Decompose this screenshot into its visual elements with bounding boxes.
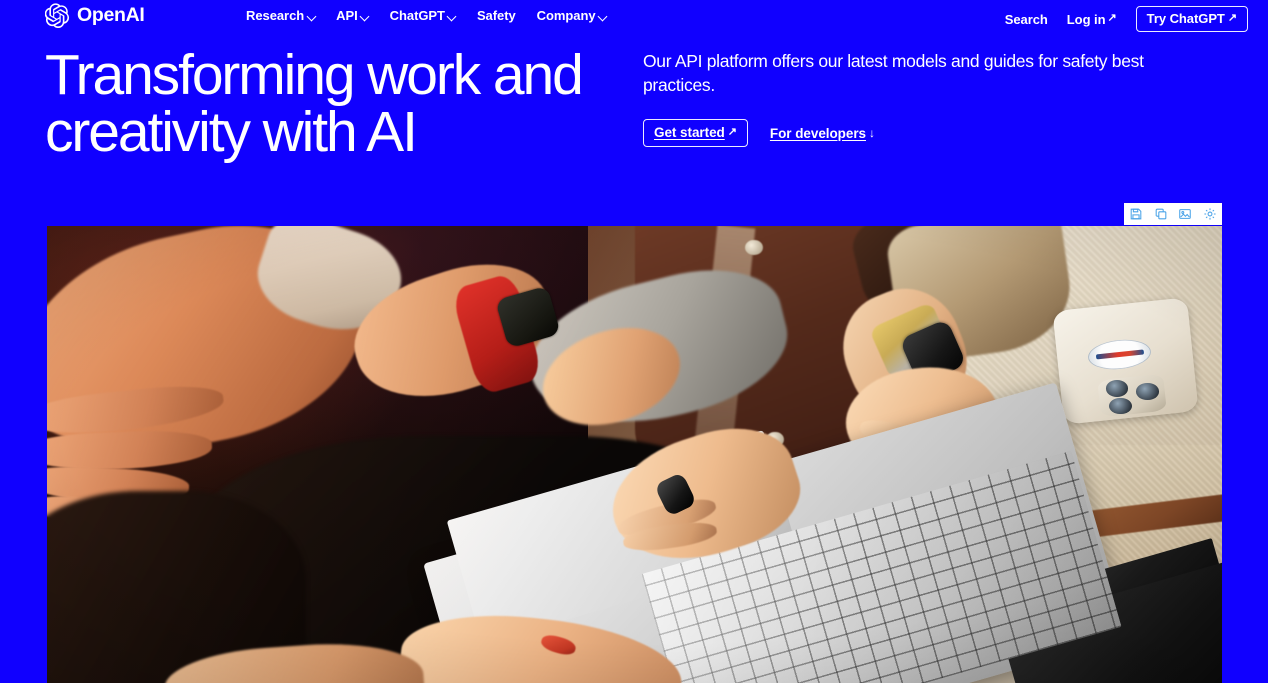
openai-blossom-icon	[45, 3, 70, 28]
chevron-down-icon	[448, 13, 456, 21]
search-button[interactable]: Search	[1005, 12, 1048, 27]
copy-icon[interactable]	[1152, 205, 1170, 223]
arrow-up-right-icon: ↗	[727, 125, 737, 138]
hero-description: Our API platform offers our latest model…	[643, 51, 1144, 95]
arrow-down-icon: ↓	[869, 126, 875, 141]
login-label: Log in	[1066, 11, 1106, 27]
try-chatgpt-button[interactable]: Try ChatGPT ↗	[1135, 6, 1248, 32]
chevron-down-icon	[599, 13, 607, 21]
hero-actions: Get started ↗ For developers ↓	[643, 119, 1223, 148]
photo-camera-lens	[1109, 397, 1132, 415]
login-link[interactable]: Log in ↗	[1067, 12, 1117, 27]
nav-item-chatgpt[interactable]: ChatGPT	[390, 8, 456, 23]
hero-image-artwork	[47, 226, 1222, 683]
nav-item-api[interactable]: API	[336, 8, 369, 23]
hero-right-column: Our API platform offers our latest model…	[643, 50, 1223, 148]
get-started-button[interactable]: Get started ↗	[643, 119, 748, 148]
image-floating-toolbar	[1124, 203, 1222, 225]
nav-label: Safety	[476, 8, 516, 23]
page-root: OpenAI Research API ChatGPT Safety Compa…	[0, 0, 1268, 683]
try-chatgpt-label: Try ChatGPT	[1146, 11, 1225, 26]
top-navigation-bar: OpenAI Research API ChatGPT Safety Compa…	[0, 0, 1268, 35]
photo-camera-lens	[1136, 383, 1159, 400]
hero-title: Transforming work and creativity with AI	[45, 43, 584, 164]
chevron-down-icon	[307, 13, 315, 21]
hero-image	[47, 226, 1222, 683]
photo-camera-lens	[1105, 380, 1128, 397]
photo-shirt-button	[744, 239, 763, 256]
save-icon[interactable]	[1127, 205, 1145, 223]
nav-label: Company	[536, 8, 596, 23]
for-developers-link[interactable]: For developers ↓	[770, 126, 875, 141]
nav-item-research[interactable]: Research	[246, 8, 315, 23]
nav-label: API	[336, 8, 358, 23]
utility-nav: Search Log in ↗ Try ChatGPT ↗	[1005, 6, 1248, 32]
nav-label: ChatGPT	[389, 8, 445, 23]
image-icon[interactable]	[1176, 205, 1194, 223]
chevron-down-icon	[361, 13, 369, 21]
brand-name-label: OpenAI	[77, 3, 145, 26]
nav-item-safety[interactable]: Safety	[477, 8, 516, 23]
search-label: Search	[1004, 11, 1048, 27]
arrow-up-right-icon: ↗	[1107, 12, 1117, 24]
arrow-up-right-icon: ↗	[1227, 11, 1237, 24]
nav-item-company[interactable]: Company	[537, 8, 607, 23]
primary-nav-links: Research API ChatGPT Safety Company	[246, 8, 607, 23]
nav-label: Research	[246, 8, 305, 23]
brand-logo-link[interactable]: OpenAI	[45, 3, 145, 28]
get-started-label: Get started	[654, 125, 725, 141]
for-developers-label: For developers	[769, 125, 866, 141]
settings-icon[interactable]	[1201, 205, 1219, 223]
